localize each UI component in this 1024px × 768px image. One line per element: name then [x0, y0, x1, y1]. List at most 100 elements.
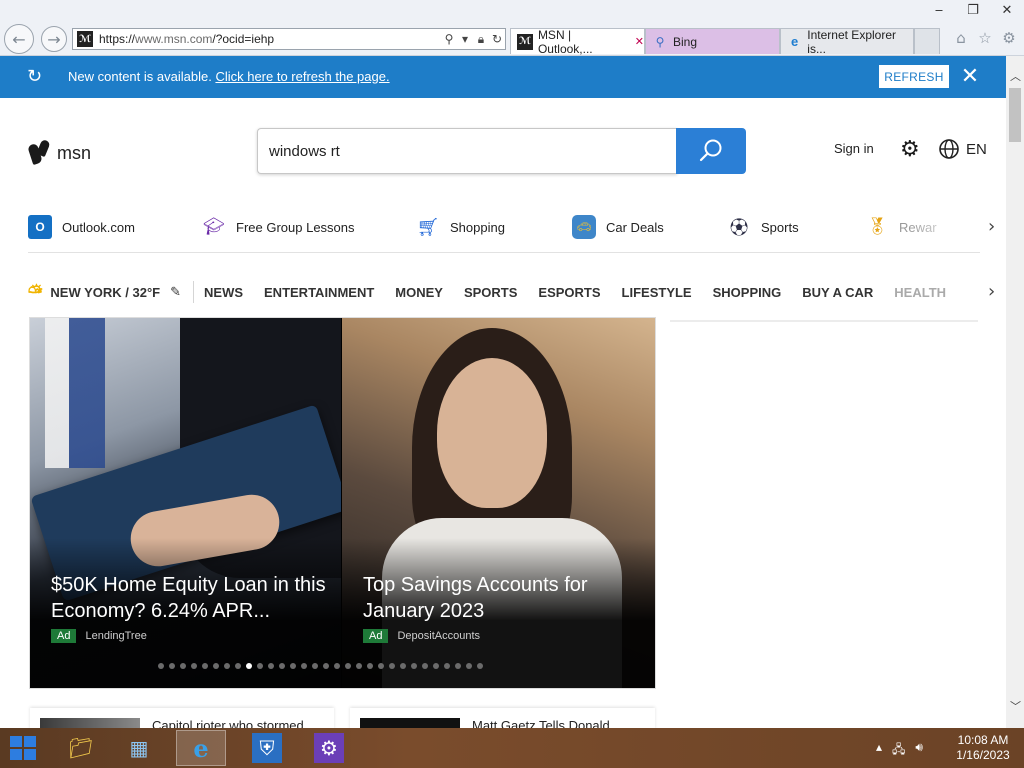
nav-buy-a-car[interactable]: BUY A CAR — [802, 285, 873, 300]
carousel-dot[interactable] — [301, 663, 307, 669]
taskbar-clock[interactable]: 10:08 AM 1/16/2023 — [950, 733, 1016, 763]
home-icon[interactable]: ⌂ — [952, 28, 970, 48]
carousel-dot[interactable] — [356, 663, 362, 669]
nav-lifestyle[interactable]: LIFESTYLE — [622, 285, 692, 300]
close-window-icon[interactable]: ✕ — [990, 0, 1024, 20]
slide-image-part — [437, 358, 547, 508]
carousel-dot[interactable] — [378, 663, 384, 669]
hero-slide[interactable]: $50K Home Equity Loan in this Economy? 6… — [30, 318, 341, 688]
carousel-dot[interactable] — [422, 663, 428, 669]
carousel-dot[interactable] — [411, 663, 417, 669]
ad-source: LendingTree — [85, 630, 147, 642]
dropdown-icon[interactable]: ▾ — [457, 32, 473, 46]
chevron-down-icon[interactable]: ﹀ — [1010, 698, 1021, 714]
chevron-right-icon[interactable]: › — [988, 216, 995, 237]
star-icon[interactable]: ☆ — [976, 28, 994, 48]
quicklink-car-deals[interactable]: 🚗︎ Car Deals — [572, 215, 664, 239]
msn-logo[interactable]: msn — [27, 138, 91, 168]
carousel-dot[interactable] — [202, 663, 208, 669]
carousel-dot[interactable] — [213, 663, 219, 669]
close-tab-icon[interactable]: ✕ — [635, 35, 644, 48]
nav-esports[interactable]: ESPORTS — [538, 285, 600, 300]
gear-icon[interactable]: ⚙ — [1000, 28, 1018, 48]
url-text[interactable]: https://www.msn.com/?ocid=iehp — [99, 32, 441, 46]
carousel-dot[interactable] — [257, 663, 263, 669]
scrollbar-thumb[interactable] — [1009, 88, 1021, 142]
browser-tools: ⌂ ☆ ⚙ — [952, 28, 1018, 48]
nav-news[interactable]: NEWS — [204, 285, 243, 300]
chevron-up-icon[interactable]: ▴ — [876, 740, 882, 761]
carousel-dot[interactable] — [268, 663, 274, 669]
carousel-dot[interactable] — [477, 663, 483, 669]
settings-gear-icon[interactable]: ⚙ — [900, 137, 920, 162]
network-icon[interactable]: 🖧︎ — [892, 740, 905, 761]
carousel-dot[interactable] — [389, 663, 395, 669]
refresh-button[interactable]: REFRESH — [879, 65, 949, 88]
carousel-dot[interactable] — [345, 663, 351, 669]
weather-widget[interactable]: ⛅︎ NEW YORK / 32°F ✎ — [28, 281, 195, 303]
language-selector[interactable]: EN — [938, 138, 987, 160]
nav-sports[interactable]: SPORTS — [464, 285, 517, 300]
sign-in-link[interactable]: Sign in — [834, 141, 874, 156]
restore-icon[interactable]: ❐ — [956, 0, 990, 20]
quicklink-shopping[interactable]: 🛒︎ Shopping — [416, 215, 505, 239]
nav-money[interactable]: MONEY — [395, 285, 443, 300]
refresh-icon[interactable]: ↻ — [489, 32, 505, 46]
carousel-dot[interactable] — [323, 663, 329, 669]
file-explorer-icon[interactable]: 📁︎ — [56, 730, 106, 766]
carousel-dot[interactable] — [455, 663, 461, 669]
nav-health[interactable]: HEALTH — [894, 285, 946, 300]
search-input[interactable]: windows rt — [257, 128, 677, 174]
vertical-scrollbar[interactable]: ︿ ﹀ — [1006, 56, 1024, 728]
refresh-page-link[interactable]: Click here to refresh the page. — [215, 69, 389, 84]
tab-bing[interactable]: ⚲ Bing — [645, 28, 780, 54]
address-bar[interactable]: ℳ https://www.msn.com/?ocid=iehp ⚲ ▾ 🔒︎ … — [72, 28, 506, 50]
back-button[interactable]: ← — [4, 24, 34, 54]
carousel-dot[interactable] — [312, 663, 318, 669]
hero-slide[interactable]: Top Savings Accounts for January 2023 Ad… — [342, 318, 655, 688]
slide-title[interactable]: Top Savings Accounts for January 2023 — [363, 572, 648, 624]
tab-internet-explorer[interactable]: e Internet Explorer is... — [780, 28, 914, 56]
carousel-dot[interactable] — [169, 663, 175, 669]
settings-gear-icon[interactable]: ⚙ — [304, 730, 354, 766]
carousel-dot[interactable] — [158, 663, 164, 669]
chevron-right-icon[interactable]: › — [988, 281, 995, 302]
tab-msn[interactable]: ℳ MSN | Outlook,... ✕ — [510, 28, 645, 56]
internet-explorer-icon[interactable]: e — [176, 730, 226, 766]
slide-title[interactable]: $50K Home Equity Loan in this Economy? 6… — [51, 572, 336, 624]
carousel-dot[interactable] — [400, 663, 406, 669]
quicklink-sports[interactable]: ⚽︎ Sports — [727, 215, 799, 239]
news-card[interactable]: Matt Gaetz Tells Donald — [350, 708, 655, 730]
carousel-dot[interactable] — [367, 663, 373, 669]
carousel-dot[interactable] — [224, 663, 230, 669]
volume-icon[interactable]: 🔊︎ — [915, 740, 923, 761]
nav-entertainment[interactable]: ENTERTAINMENT — [264, 285, 374, 300]
nav-shopping[interactable]: SHOPPING — [713, 285, 782, 300]
quicklink-free-group-lessons[interactable]: 🎓︎ Free Group Lessons — [202, 215, 354, 239]
pencil-icon[interactable]: ✎ — [170, 285, 181, 300]
carousel-dot[interactable] — [235, 663, 241, 669]
new-tab-button[interactable] — [914, 28, 940, 54]
carousel-dot[interactable] — [180, 663, 186, 669]
carousel-dot[interactable] — [290, 663, 296, 669]
lock-icon[interactable]: 🔒︎ — [473, 32, 489, 47]
carousel-dot[interactable] — [279, 663, 285, 669]
close-icon[interactable]: ✕ — [958, 62, 982, 90]
quicklink-outlook[interactable]: O Outlook.com — [28, 215, 135, 239]
carousel-dot[interactable] — [466, 663, 472, 669]
carousel-dot[interactable] — [433, 663, 439, 669]
windows-start-icon[interactable] — [10, 736, 38, 760]
search-button[interactable] — [676, 128, 746, 174]
control-panel-icon[interactable]: ▦ — [114, 730, 164, 766]
chevron-up-icon[interactable]: ︿ — [1010, 68, 1021, 84]
carousel-dot[interactable] — [444, 663, 450, 669]
search-icon[interactable]: ⚲ — [441, 32, 457, 46]
outlook-icon: O — [28, 215, 52, 239]
defender-shield-icon[interactable]: ⛨ — [242, 730, 292, 766]
forward-button[interactable]: → — [41, 26, 67, 52]
minimize-icon[interactable]: ‒ — [922, 0, 956, 20]
news-card[interactable]: Capitol rioter who stormed — [30, 708, 334, 730]
carousel-dot[interactable] — [191, 663, 197, 669]
carousel-dot[interactable] — [246, 663, 252, 669]
carousel-dot[interactable] — [334, 663, 340, 669]
